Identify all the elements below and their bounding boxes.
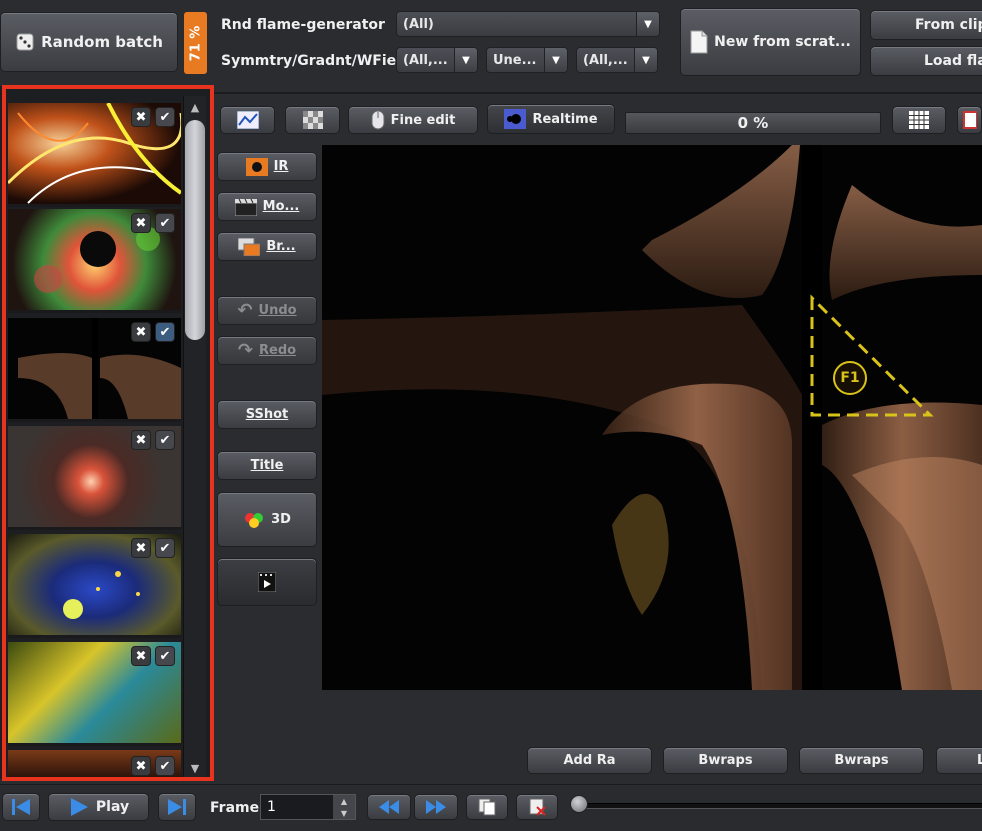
render-progress-text: 0 % xyxy=(737,114,769,132)
mandelbrot-icon xyxy=(504,109,527,129)
delete-document-icon xyxy=(528,798,546,816)
copy-icon xyxy=(478,798,496,816)
batch-progress-vertical: 71 % xyxy=(184,12,207,74)
next-frame-button[interactable] xyxy=(158,793,196,821)
skip-forward-icon xyxy=(166,797,188,817)
frame-label: Frame xyxy=(210,800,260,816)
rewind-icon xyxy=(377,799,401,815)
previous-frame-button[interactable] xyxy=(2,793,40,821)
undo-icon: ↶ xyxy=(237,300,253,321)
symmetry-label: Symmtry/Gradnt/WField xyxy=(221,53,411,69)
interactive-renderer-button[interactable]: IR xyxy=(217,152,317,181)
frame-icon xyxy=(963,111,977,129)
checkerboard-icon xyxy=(302,111,323,129)
film-play-icon xyxy=(258,572,276,592)
movie-button[interactable]: Mo... xyxy=(217,192,317,221)
frame-spinner[interactable]: 1 ▲ ▼ xyxy=(260,794,356,820)
transform-handle-label: F1 xyxy=(840,370,860,386)
dice-icon xyxy=(15,32,35,52)
redo-button[interactable]: ↷ Redo xyxy=(217,336,317,365)
browser-icon xyxy=(238,237,261,256)
redo-icon: ↷ xyxy=(237,340,253,361)
play-button[interactable]: Play xyxy=(48,793,149,821)
document-icon xyxy=(690,30,708,54)
delete-frames-button[interactable] xyxy=(516,794,558,820)
bwraps-button-2[interactable]: Bwraps xyxy=(799,747,924,774)
batch-progress-text: 71 % xyxy=(188,25,203,61)
play-movie-button[interactable] xyxy=(217,558,317,606)
fast-forward-icon xyxy=(424,799,448,815)
play-icon xyxy=(68,797,90,817)
spinner-up-icon[interactable]: ▲ xyxy=(333,795,355,807)
skip-back-icon xyxy=(10,797,32,817)
weightfield-select[interactable]: (All,... ▼ xyxy=(576,47,658,73)
random-batch-button[interactable]: Random batch xyxy=(0,12,178,72)
frame-slider-knob[interactable] xyxy=(570,795,588,813)
transparency-button[interactable] xyxy=(285,106,340,134)
chevron-down-icon: ▼ xyxy=(634,48,657,72)
render-icon xyxy=(245,157,268,176)
extra-action-button[interactable]: L xyxy=(936,747,982,774)
grid-button[interactable] xyxy=(892,106,946,134)
chevron-down-icon: ▼ xyxy=(636,12,659,36)
selection-highlight xyxy=(2,85,214,781)
gradient-select[interactable]: Une... ▼ xyxy=(486,47,568,73)
render-progress-bar: 0 % xyxy=(625,112,881,134)
from-clipboard-button[interactable]: From clipb xyxy=(870,10,982,40)
mouse-icon xyxy=(371,110,385,130)
transform-triangle-overlay[interactable] xyxy=(322,145,982,690)
browser-button[interactable]: Br... xyxy=(217,232,317,261)
fast-forward-button[interactable] xyxy=(414,794,458,820)
frame-input[interactable]: 1 xyxy=(267,799,276,815)
snapshot-button[interactable]: SShot xyxy=(217,400,317,429)
grid-icon xyxy=(909,111,929,129)
guides-button[interactable] xyxy=(957,106,982,134)
frame-slider-track[interactable] xyxy=(574,803,982,809)
rnd-generator-select[interactable]: (All) ▼ xyxy=(396,11,660,37)
copy-frames-button[interactable] xyxy=(466,794,508,820)
rewind-button[interactable] xyxy=(367,794,411,820)
add-random-button[interactable]: Add Ra xyxy=(527,747,652,774)
chevron-down-icon: ▼ xyxy=(454,48,477,72)
undo-button[interactable]: ↶ Undo xyxy=(217,296,317,325)
realtime-toggle[interactable]: Realtime xyxy=(487,104,615,134)
chevron-down-icon: ▼ xyxy=(544,48,567,72)
graph-icon xyxy=(236,111,259,129)
edit-transforms-button[interactable] xyxy=(220,106,275,134)
divider xyxy=(213,92,982,94)
transform-handle[interactable]: F1 xyxy=(833,361,867,395)
spinner-down-icon[interactable]: ▼ xyxy=(333,807,355,819)
title-button[interactable]: Title xyxy=(217,451,317,480)
new-from-scratch-button[interactable]: New from scrat... xyxy=(680,8,861,76)
color-balls-icon xyxy=(243,511,265,529)
load-flame-button[interactable]: Load flam xyxy=(870,46,982,76)
symmetry-select[interactable]: (All,... ▼ xyxy=(396,47,478,73)
fine-edit-button[interactable]: Fine edit xyxy=(348,106,478,134)
clapperboard-icon xyxy=(234,198,257,216)
flame-preview-canvas[interactable]: F1 xyxy=(322,145,982,690)
rnd-generator-label: Rnd flame-generator xyxy=(221,17,385,33)
three-d-button[interactable]: 3D xyxy=(217,492,317,547)
bwraps-button-1[interactable]: Bwraps xyxy=(663,747,788,774)
